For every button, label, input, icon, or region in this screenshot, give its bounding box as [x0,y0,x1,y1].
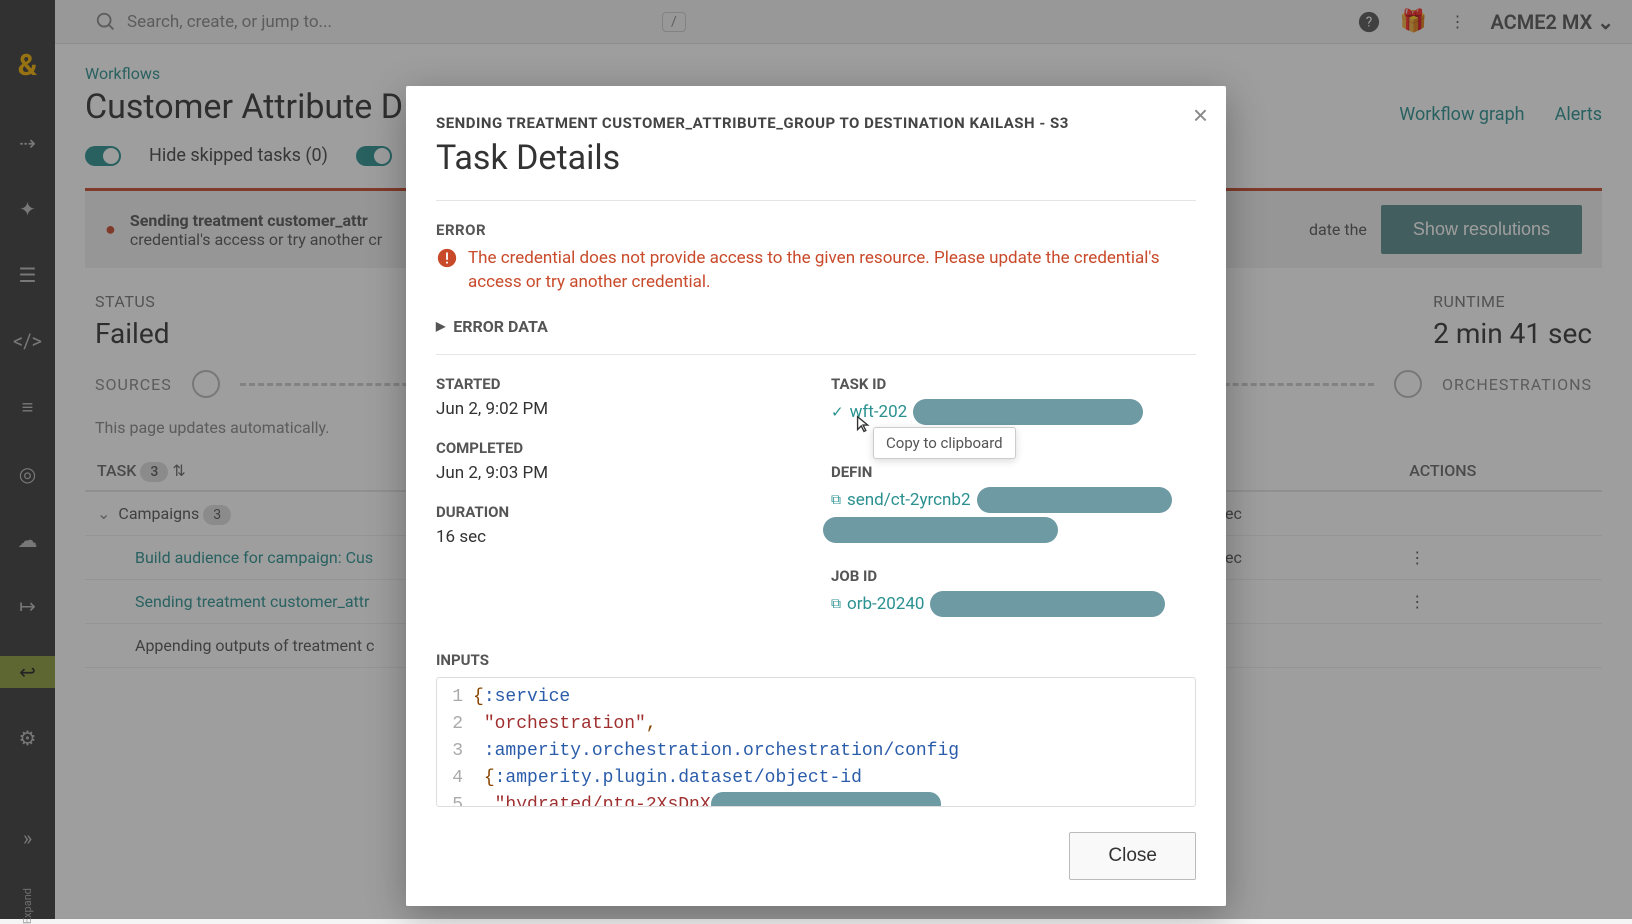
close-icon[interactable]: × [1193,100,1208,131]
copy-tooltip: Copy to clipboard [873,427,1016,459]
copy-icon: ⧉ [831,492,841,508]
modal-pretitle: SENDING TREATMENT CUSTOMER_ATTRIBUTE_GRO… [436,114,1196,132]
duration-value: 16 sec [436,527,801,547]
defin-label: DEFIN [831,463,1196,481]
duration-label: DURATION [436,503,801,521]
inputs-code[interactable]: 1{:service 2 "orchestration", 3 :amperit… [436,677,1196,807]
completed-label: COMPLETED [436,439,801,457]
modal-title: Task Details [436,138,1196,178]
copy-icon: ⧉ [831,596,841,612]
error-data-disclosure[interactable]: ▶ ERROR DATA [436,317,1196,336]
job-id-value[interactable]: ⧉ orb-20240 [831,591,1196,617]
started-value: Jun 2, 9:02 PM [436,399,801,419]
inputs-label: INPUTS [436,651,1196,669]
modal-overlay: × SENDING TREATMENT CUSTOMER_ATTRIBUTE_G… [0,0,1632,919]
cursor-icon [853,413,875,437]
close-button[interactable]: Close [1069,832,1196,880]
defin-value[interactable]: ⧉ send/ct-2yrcnb2 [831,487,1196,513]
task-id-value[interactable]: ✓ wft-202 [831,399,1196,425]
error-message: The credential does not provide access t… [468,247,1196,295]
task-id-label: TASK ID [831,375,1196,393]
task-details-modal: × SENDING TREATMENT CUSTOMER_ATTRIBUTE_G… [406,86,1226,906]
error-icon [436,247,458,269]
triangle-right-icon: ▶ [436,319,445,333]
job-id-label: JOB ID [831,567,1196,585]
error-section-label: ERROR [436,221,1196,239]
completed-value: Jun 2, 9:03 PM [436,463,801,483]
started-label: STARTED [436,375,801,393]
check-icon: ✓ [831,403,844,421]
